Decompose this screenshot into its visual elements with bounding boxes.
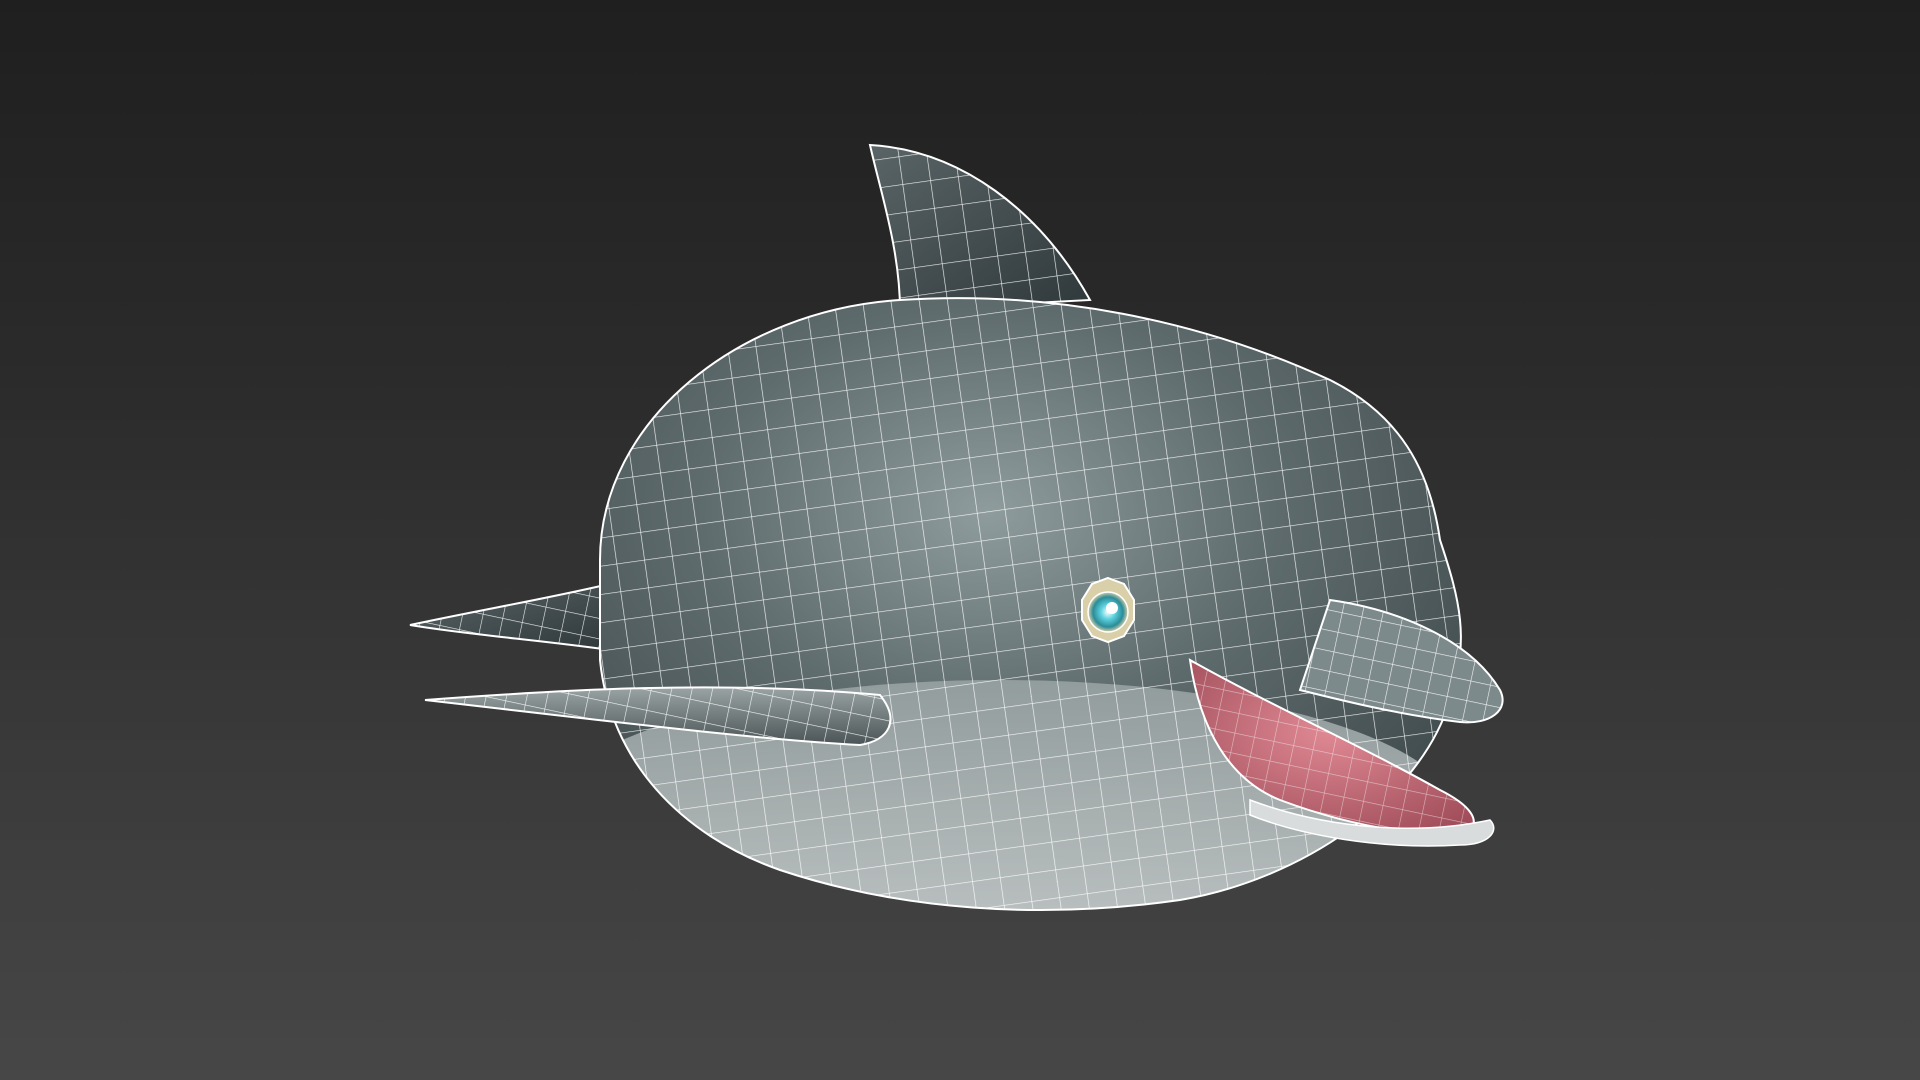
dolphin-model[interactable]: [0, 0, 1920, 1080]
3d-viewport[interactable]: [0, 0, 1920, 1080]
dorsal-fin: [868, 143, 1092, 312]
tail-fin-upper: [409, 583, 612, 652]
eye: [1081, 576, 1135, 644]
